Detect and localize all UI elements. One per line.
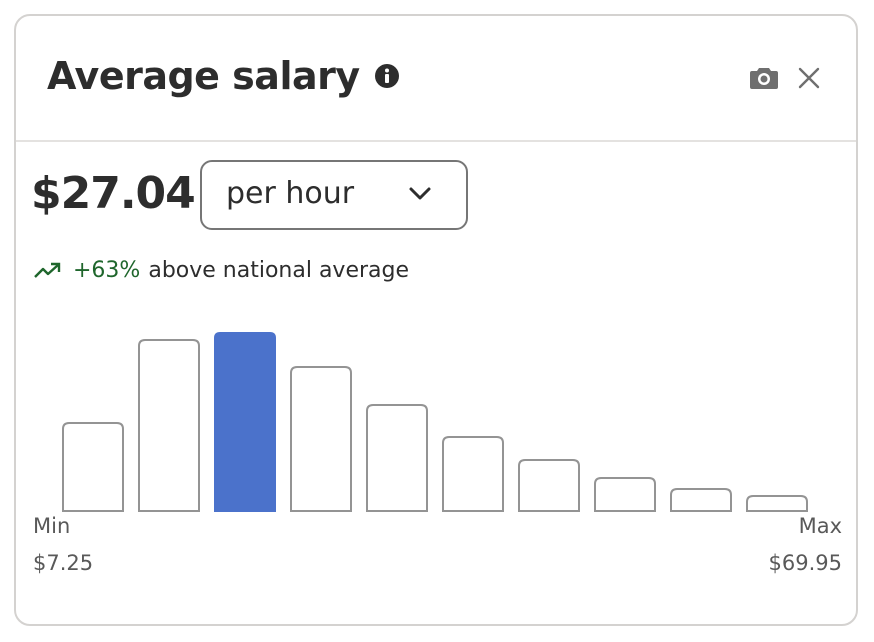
card-title-text: Average salary [47,54,360,98]
camera-icon[interactable] [750,66,778,90]
comparison-percent: +63% [73,258,141,283]
period-select[interactable]: per hour [200,160,468,230]
period-select-value: per hour [226,176,355,211]
average-salary-card: Average salary [14,14,858,626]
chevron-down-icon [409,187,431,200]
card-title: Average salary [47,54,400,98]
info-circle-icon[interactable] [374,63,400,89]
max-label: Max [798,514,842,538]
trending-up-icon [34,262,61,278]
max-value: $69.95 [768,551,842,575]
salary-amount: $27.04 [31,168,196,219]
card-header: Average salary [16,16,856,142]
close-icon[interactable] [798,67,820,89]
min-label: Min [33,514,71,538]
min-value: $7.25 [33,551,94,575]
national-average-comparison: +63% above national average [33,258,409,283]
comparison-text: above national average [148,258,410,283]
